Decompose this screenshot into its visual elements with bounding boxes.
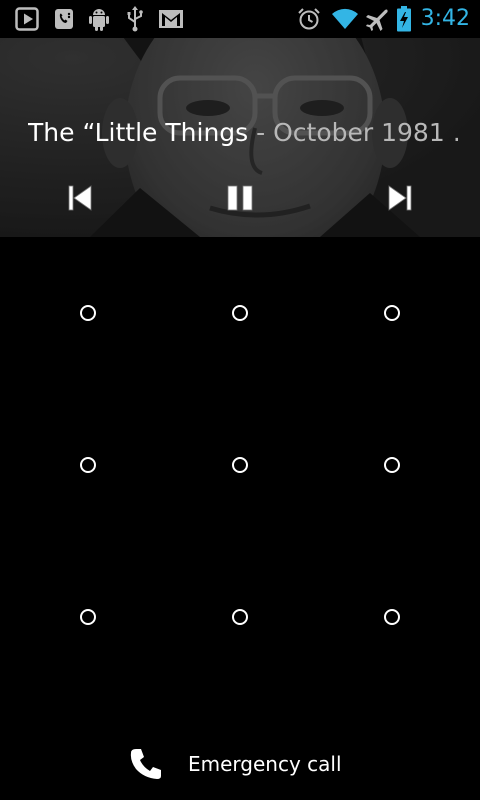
song-separator: - xyxy=(248,118,274,147)
previous-track-icon xyxy=(68,185,92,211)
next-track-icon xyxy=(388,185,412,211)
now-playing-text: The “Little Things - October 1981 … xyxy=(28,116,458,150)
voicemail-icon xyxy=(52,6,76,32)
pattern-dot[interactable] xyxy=(232,609,248,625)
pause-button[interactable] xyxy=(220,180,260,216)
song-artist: October 1981 … xyxy=(273,118,458,147)
usb-icon xyxy=(124,6,146,32)
pattern-lock-grid[interactable] xyxy=(0,237,480,697)
pattern-dot[interactable] xyxy=(384,609,400,625)
pattern-dot[interactable] xyxy=(232,457,248,473)
play-store-icon xyxy=(14,6,40,32)
status-clock: 3:42 xyxy=(420,6,470,31)
pattern-dot[interactable] xyxy=(384,305,400,321)
alarm-icon xyxy=(296,6,322,32)
wifi-icon xyxy=(330,6,360,32)
android-debug-icon xyxy=(86,6,112,32)
song-title: The “Little Things xyxy=(28,118,249,147)
pattern-dot[interactable] xyxy=(232,305,248,321)
music-widget: The “Little Things - October 1981 … xyxy=(0,38,480,237)
battery-charging-icon xyxy=(394,6,414,32)
pause-icon xyxy=(227,185,253,211)
pattern-dot[interactable] xyxy=(80,305,96,321)
emergency-call-label: Emergency call xyxy=(188,752,342,776)
airplane-mode-icon xyxy=(364,6,388,32)
status-bar: 3:42 xyxy=(0,0,480,38)
gmail-icon xyxy=(158,6,184,32)
phone-icon xyxy=(130,749,161,779)
pattern-dot[interactable] xyxy=(80,457,96,473)
emergency-call-button[interactable]: Emergency call xyxy=(128,742,342,786)
pattern-dot[interactable] xyxy=(80,609,96,625)
next-track-button[interactable] xyxy=(380,180,420,216)
previous-track-button[interactable] xyxy=(60,180,100,216)
pattern-dot[interactable] xyxy=(384,457,400,473)
